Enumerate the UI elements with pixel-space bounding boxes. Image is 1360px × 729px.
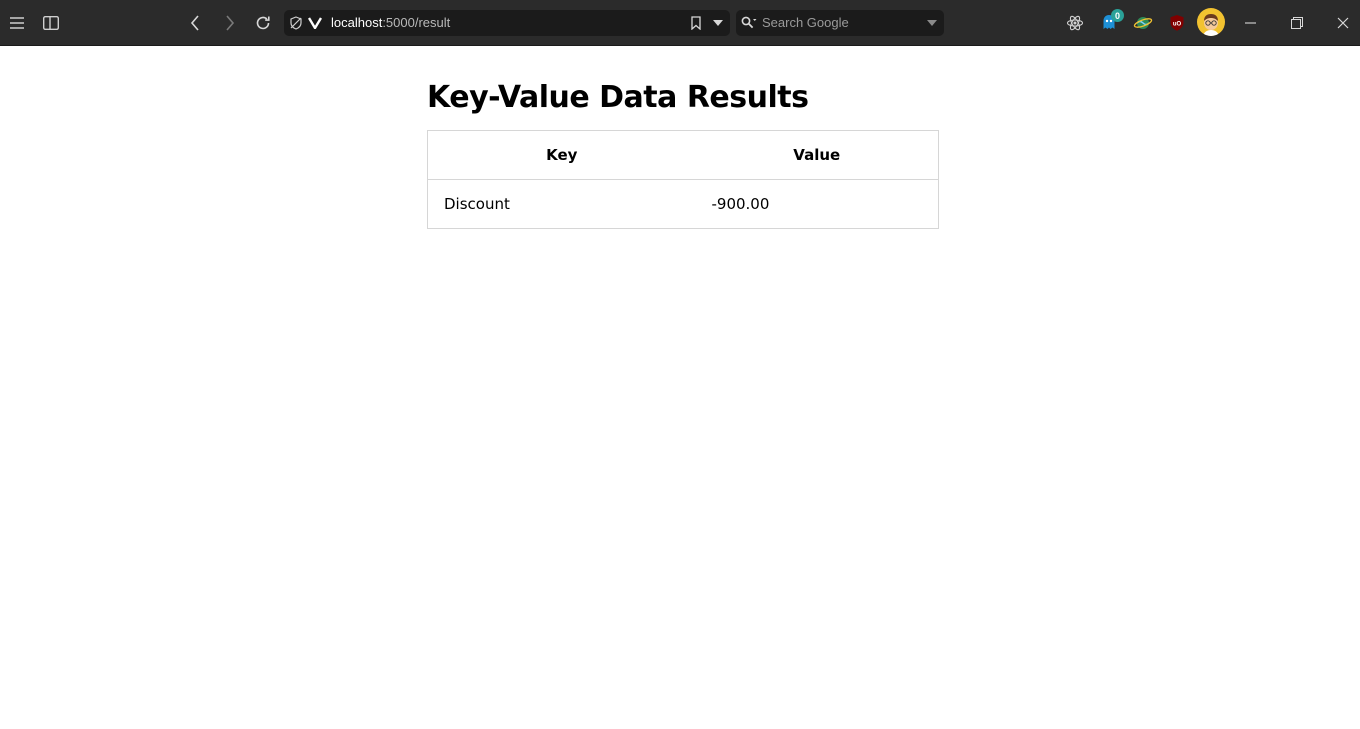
browser-toolbar: localhost:5000/result Search Google 0 uO (0, 0, 1360, 46)
url-text[interactable]: localhost:5000/result (331, 14, 450, 32)
table-row: Discount -900.00 (428, 180, 939, 229)
search-icon (741, 15, 757, 31)
profile-avatar[interactable] (1197, 8, 1225, 36)
page-title: Key-Value Data Results (427, 80, 809, 115)
search-placeholder[interactable]: Search Google (762, 14, 849, 32)
address-dropdown-icon[interactable] (710, 15, 726, 31)
panel-toggle-icon[interactable] (36, 8, 66, 38)
bookmark-icon[interactable] (688, 15, 704, 31)
restore-icon[interactable] (1282, 8, 1312, 38)
svg-text:uO: uO (1173, 22, 1182, 28)
tracking-shield-icon[interactable] (288, 15, 304, 31)
minimize-icon[interactable] (1236, 8, 1266, 38)
forward-icon[interactable] (215, 8, 245, 38)
ublock-origin-icon[interactable]: uO (1166, 12, 1188, 34)
address-bar[interactable]: localhost:5000/result (284, 10, 730, 36)
cell-key: Discount (444, 195, 510, 213)
url-path: :5000/result (382, 15, 451, 30)
menu-icon[interactable] (2, 8, 32, 38)
search-bar[interactable]: Search Google (736, 10, 944, 36)
extension-globe-icon[interactable] (1132, 12, 1154, 34)
ghostery-badge: 0 (1111, 9, 1124, 22)
table-header-row: Key Value (427, 130, 939, 180)
key-value-table: Key Value Discount -900.00 (427, 130, 939, 229)
column-header-value: Value (695, 130, 939, 180)
reload-icon[interactable] (248, 8, 278, 38)
search-engine-dropdown-icon[interactable] (924, 15, 940, 31)
url-host: localhost (331, 15, 383, 30)
react-devtools-icon[interactable] (1064, 12, 1086, 34)
cell-value: -900.00 (711, 195, 770, 213)
vivaldi-v-icon[interactable] (307, 15, 323, 31)
back-icon[interactable] (180, 8, 210, 38)
column-header-key: Key (427, 130, 696, 180)
close-icon[interactable] (1328, 8, 1358, 38)
